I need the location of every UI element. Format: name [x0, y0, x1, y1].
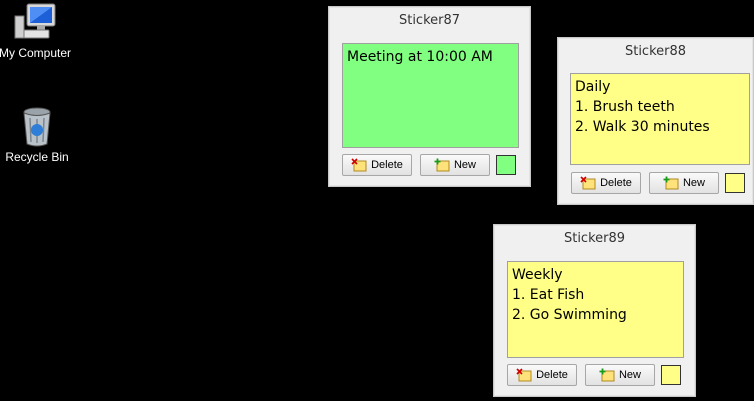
- new-button[interactable]: New: [420, 154, 490, 176]
- desktop-icon-my-computer[interactable]: My Computer: [0, 2, 80, 60]
- new-button-label: New: [618, 369, 641, 381]
- new-button[interactable]: New: [649, 172, 719, 194]
- delete-note-icon: [351, 158, 367, 172]
- delete-note-icon: [580, 176, 596, 190]
- desktop-icon-label: My Computer: [0, 46, 72, 60]
- delete-button-label: Delete: [600, 177, 632, 189]
- color-picker-swatch[interactable]: [725, 173, 745, 193]
- sticker-window-87[interactable]: Sticker87 Meeting at 10:00 AM Delete New: [328, 6, 531, 187]
- new-note-icon: [663, 176, 679, 190]
- sticker-title: Sticker87: [398, 13, 461, 28]
- sticker-note-text[interactable]: Meeting at 10:00 AM: [342, 43, 519, 148]
- sticker-note-text[interactable]: Daily 1. Brush teeth 2. Walk 30 minutes: [570, 73, 750, 165]
- computer-icon: [14, 3, 56, 39]
- sticker-window-88[interactable]: Sticker88 Daily 1. Brush teeth 2. Walk 3…: [557, 37, 754, 205]
- new-note-icon: [434, 158, 450, 172]
- new-button-label: New: [682, 177, 705, 189]
- new-note-icon: [599, 368, 615, 382]
- sticker-title: Sticker89: [563, 231, 626, 246]
- sticker-note-text[interactable]: Weekly 1. Eat Fish 2. Go Swimming: [507, 261, 684, 358]
- delete-note-icon: [516, 368, 532, 382]
- delete-button-label: Delete: [536, 369, 568, 381]
- delete-button-label: Delete: [371, 159, 403, 171]
- sticker-window-89[interactable]: Sticker89 Weekly 1. Eat Fish 2. Go Swimm…: [493, 224, 696, 397]
- new-button[interactable]: New: [585, 364, 655, 386]
- delete-button[interactable]: Delete: [342, 154, 412, 176]
- desktop-icon-label: Recycle Bin: [5, 150, 69, 164]
- color-picker-swatch[interactable]: [661, 365, 681, 385]
- recycle-bin-icon: [23, 107, 51, 147]
- delete-button[interactable]: Delete: [507, 364, 577, 386]
- color-picker-swatch[interactable]: [496, 155, 516, 175]
- delete-button[interactable]: Delete: [571, 172, 641, 194]
- sticker-title: Sticker88: [624, 44, 687, 59]
- new-button-label: New: [453, 159, 476, 171]
- desktop-icon-recycle-bin[interactable]: Recycle Bin: [0, 106, 82, 164]
